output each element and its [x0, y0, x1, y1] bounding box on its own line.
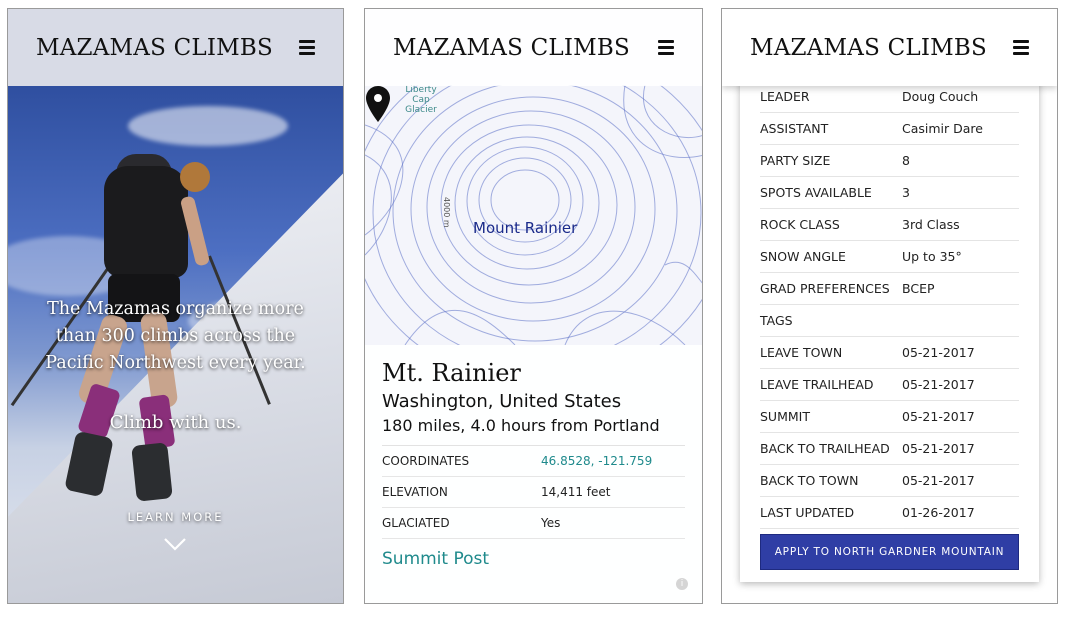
fact-value: 14,411 feet [541, 485, 611, 499]
learn-more-link[interactable]: LEARN MORE [8, 510, 343, 524]
brand-title[interactable]: MAZAMAS CLIMBS [36, 35, 273, 61]
detail-value: 05-21-2017 [902, 377, 975, 392]
coordinates-link[interactable]: 46.8528, -121.759 [541, 454, 652, 468]
brand-title[interactable]: MAZAMAS CLIMBS [750, 35, 987, 61]
hamburger-menu-icon[interactable] [658, 40, 674, 55]
detail-row: PARTY SIZE 8 [760, 145, 1019, 177]
detail-key: LEAVE TOWN [760, 345, 843, 360]
peak-label: Mount Rainier [473, 219, 578, 237]
hero-image: The Mazamas organize more than 300 climb… [8, 86, 343, 603]
detail-value: 05-21-2017 [902, 409, 975, 424]
fact-row-elevation: ELEVATION 14,411 feet [382, 477, 685, 508]
fact-key: GLACIATED [382, 516, 450, 530]
info-icon[interactable]: i [676, 578, 688, 590]
mountain-name: Mt. Rainier [382, 359, 521, 387]
climb-details-screen: LEADER Doug Couch ASSISTANT Casimir Dare P… [721, 8, 1058, 604]
map-pin-icon[interactable] [365, 85, 391, 123]
topo-map[interactable]: Liberty Cap Glacier 4000 m Mount Rainier [365, 85, 702, 345]
detail-row: GRAD PREFERENCES BCEP [760, 273, 1019, 305]
detail-value: 3 [902, 185, 910, 200]
detail-row: SUMMIT 05-21-2017 [760, 401, 1019, 433]
mountain-screen: Liberty Cap Glacier 4000 m Mount Rainier… [364, 8, 703, 604]
apply-button[interactable]: APPLY TO NORTH GARDNER MOUNTAIN [760, 534, 1019, 570]
detail-key: LEADER [760, 89, 810, 104]
detail-value: Doug Couch [902, 89, 979, 104]
detail-row: BACK TO TRAILHEAD 05-21-2017 [760, 433, 1019, 465]
detail-row: TAGS [760, 305, 1019, 337]
detail-row: SNOW ANGLE Up to 35° [760, 241, 1019, 273]
detail-row: BACK TO TOWN 05-21-2017 [760, 465, 1019, 497]
detail-value: Casimir Dare [902, 121, 983, 136]
detail-key: ROCK CLASS [760, 217, 840, 232]
fact-row-glaciated: GLACIATED Yes [382, 508, 685, 539]
app-header: MAZAMAS CLIMBS [365, 9, 702, 86]
detail-value: BCEP [902, 281, 935, 296]
elevation-label: 4000 m [442, 197, 451, 228]
fact-row-coordinates: COORDINATES 46.8528, -121.759 [382, 446, 685, 477]
brand-title[interactable]: MAZAMAS CLIMBS [393, 35, 630, 61]
fact-key: ELEVATION [382, 485, 448, 499]
detail-row: LAST UPDATED 01-26-2017 [760, 497, 1019, 529]
climb-details-table: LEADER Doug Couch ASSISTANT Casimir Dare P… [760, 81, 1019, 529]
detail-key: SUMMIT [760, 409, 810, 424]
detail-row: SPOTS AVAILABLE 3 [760, 177, 1019, 209]
detail-key: GRAD PREFERENCES [760, 281, 890, 296]
detail-value: 01-26-2017 [902, 505, 975, 520]
detail-row: ROCK CLASS 3rd Class [760, 209, 1019, 241]
detail-key: LAST UPDATED [760, 505, 855, 520]
hamburger-menu-icon[interactable] [1013, 40, 1029, 55]
fact-key: COORDINATES [382, 454, 470, 468]
detail-value: Up to 35° [902, 249, 962, 264]
detail-key: SNOW ANGLE [760, 249, 846, 264]
detail-key: TAGS [760, 313, 793, 328]
hamburger-menu-icon[interactable] [299, 40, 315, 55]
home-screen: MAZAMAS CLIMBS The Mazamas organize more… [7, 8, 344, 604]
detail-key: PARTY SIZE [760, 153, 831, 168]
detail-key: BACK TO TRAILHEAD [760, 441, 890, 456]
glacier-label: Liberty Cap Glacier [405, 85, 437, 115]
mountain-distance: 180 miles, 4.0 hours from Portland [382, 416, 660, 435]
app-header: MAZAMAS CLIMBS [722, 9, 1057, 86]
mountain-location: Washington, United States [382, 391, 622, 412]
detail-row: LEAVE TOWN 05-21-2017 [760, 337, 1019, 369]
climb-details-card: LEADER Doug Couch ASSISTANT Casimir Dare P… [740, 74, 1039, 582]
hero-headline: The Mazamas organize more than 300 climb… [45, 299, 306, 373]
detail-value: 3rd Class [902, 217, 960, 232]
detail-value: 8 [902, 153, 910, 168]
detail-row: ASSISTANT Casimir Dare [760, 113, 1019, 145]
detail-key: BACK TO TOWN [760, 473, 859, 488]
summit-post-link[interactable]: Summit Post [382, 549, 685, 569]
chevron-down-icon[interactable] [163, 536, 187, 552]
detail-value: 05-21-2017 [902, 345, 975, 360]
detail-value: 05-21-2017 [902, 441, 975, 456]
hero-tagline: Climb with us. [109, 412, 242, 433]
detail-key: SPOTS AVAILABLE [760, 185, 872, 200]
detail-value: 05-21-2017 [902, 473, 975, 488]
detail-key: LEAVE TRAILHEAD [760, 377, 874, 392]
mountain-info: Mt. Rainier Washington, United States 18… [365, 345, 702, 603]
fact-value: Yes [541, 516, 561, 530]
detail-row: LEAVE TRAILHEAD 05-21-2017 [760, 369, 1019, 401]
app-header: MAZAMAS CLIMBS [8, 9, 343, 86]
detail-key: ASSISTANT [760, 121, 829, 136]
facts-table: COORDINATES 46.8528, -121.759 ELEVATION … [382, 445, 685, 539]
